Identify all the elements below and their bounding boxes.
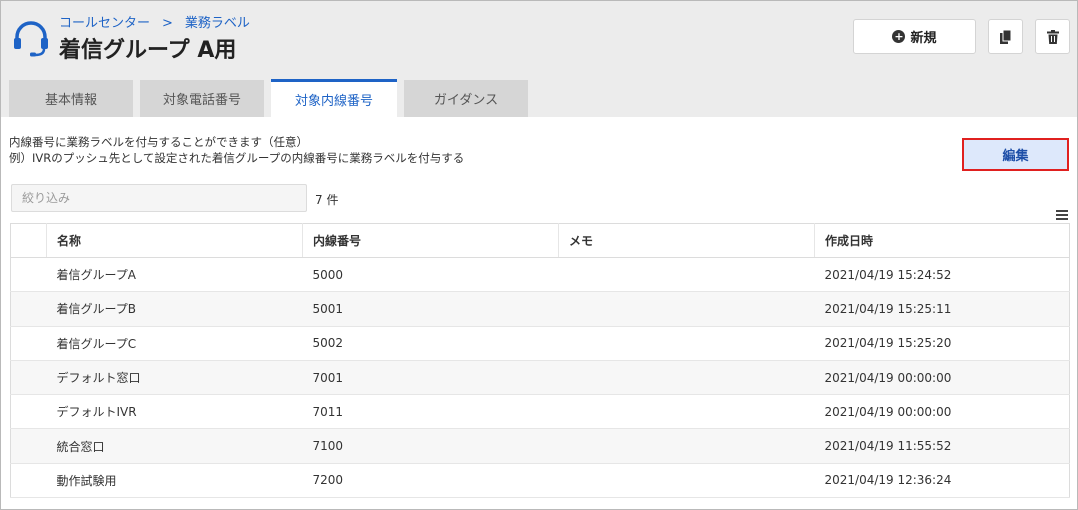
app-frame: コールセンター > 業務ラベル 着信グループ A用 + 新規 基本情報 対象電話番号 [0, 0, 1078, 510]
cell-extension: 5002 [302, 326, 559, 361]
row-spacer [10, 360, 47, 396]
cell-created: 2021/04/19 15:25:11 [814, 291, 1070, 327]
table-header-spacer [10, 223, 47, 258]
row-spacer [10, 326, 47, 361]
description: 内線番号に業務ラベルを付与することができます（任意） 例）IVRのプッシュ先とし… [9, 134, 464, 166]
cell-name: デフォルト窓口 [46, 360, 303, 396]
column-header-created[interactable]: 作成日時 [814, 223, 1070, 258]
description-line-1: 内線番号に業務ラベルを付与することができます（任意） [9, 135, 308, 149]
copy-button[interactable] [988, 19, 1023, 54]
cell-created: 2021/04/19 00:00:00 [814, 360, 1070, 396]
filter-input[interactable] [11, 184, 307, 212]
cell-created: 2021/04/19 15:24:52 [814, 257, 1070, 293]
result-count: 7 件 [315, 193, 339, 207]
cell-extension: 7001 [302, 360, 559, 396]
table-row[interactable]: デフォルト窓口 7001 2021/04/19 00:00:00 [10, 360, 1070, 396]
cell-name: 着信グループB [46, 291, 303, 327]
cell-extension: 7200 [302, 463, 559, 499]
table-row[interactable]: 着信グループA 5000 2021/04/19 15:24:52 [10, 257, 1070, 293]
page-title: 着信グループ A用 [59, 38, 237, 63]
headset-icon [14, 21, 48, 57]
cell-created: 2021/04/19 11:55:52 [814, 428, 1070, 464]
cell-memo [558, 291, 815, 327]
new-button-label: 新規 [910, 31, 937, 46]
cell-name: 着信グループC [46, 326, 303, 361]
cell-created: 2021/04/19 00:00:00 [814, 394, 1070, 430]
row-spacer [10, 428, 47, 464]
row-spacer [10, 257, 47, 293]
page-header: コールセンター > 業務ラベル 着信グループ A用 + 新規 [1, 1, 1077, 79]
breadcrumb-link-labels[interactable]: 業務ラベル [185, 16, 250, 31]
row-spacer [10, 463, 47, 499]
edit-button[interactable]: 編集 [962, 138, 1069, 171]
description-line-2: 例）IVRのプッシュ先として設定された着信グループの内線番号に業務ラベルを付与す… [9, 151, 465, 165]
menu-icon[interactable] [1055, 209, 1069, 221]
cell-created: 2021/04/19 12:36:24 [814, 463, 1070, 499]
column-header-extension[interactable]: 内線番号 [302, 223, 559, 258]
tab-content: 内線番号に業務ラベルを付与することができます（任意） 例）IVRのプッシュ先とし… [1, 117, 1077, 509]
new-button[interactable]: + 新規 [853, 19, 976, 54]
breadcrumb: コールセンター > 業務ラベル [59, 12, 250, 31]
delete-button[interactable] [1035, 19, 1070, 54]
cell-name: 動作試験用 [46, 463, 303, 499]
table-header-row: 名称 内線番号 メモ 作成日時 [10, 223, 1070, 258]
table-row[interactable]: 動作試験用 7200 2021/04/19 12:36:24 [10, 463, 1070, 499]
row-spacer [10, 394, 47, 430]
copy-icon [999, 29, 1011, 44]
table-row[interactable]: デフォルトIVR 7011 2021/04/19 00:00:00 [10, 394, 1070, 430]
cell-extension: 5000 [302, 257, 559, 293]
tab-target-extensions[interactable]: 対象内線番号 [271, 79, 397, 117]
cell-name: 統合窓口 [46, 428, 303, 464]
breadcrumb-link-callcenter[interactable]: コールセンター [59, 16, 150, 31]
cell-extension: 7100 [302, 428, 559, 464]
column-header-memo[interactable]: メモ [558, 223, 815, 258]
breadcrumb-separator: > [162, 16, 173, 31]
table-row[interactable]: 着信グループC 5002 2021/04/19 15:25:20 [10, 326, 1070, 361]
cell-memo [558, 428, 815, 464]
cell-memo [558, 257, 815, 293]
tab-target-phone-numbers[interactable]: 対象電話番号 [140, 80, 264, 117]
cell-memo [558, 463, 815, 499]
cell-name: デフォルトIVR [46, 394, 303, 430]
cell-memo [558, 394, 815, 430]
cell-name: 着信グループA [46, 257, 303, 293]
tab-basic-info[interactable]: 基本情報 [9, 80, 133, 117]
table-row[interactable]: 着信グループB 5001 2021/04/19 15:25:11 [10, 291, 1070, 327]
table-row[interactable]: 統合窓口 7100 2021/04/19 11:55:52 [10, 428, 1070, 464]
plus-circle-icon: + [892, 30, 906, 43]
trash-icon [1046, 29, 1059, 44]
extensions-table: 名称 内線番号 メモ 作成日時 着信グループA 5000 2021/04/19 … [10, 223, 1070, 499]
column-header-name[interactable]: 名称 [46, 223, 303, 258]
cell-memo [558, 326, 815, 361]
cell-memo [558, 360, 815, 396]
row-spacer [10, 291, 47, 327]
cell-created: 2021/04/19 15:25:20 [814, 326, 1070, 361]
tab-guidance[interactable]: ガイダンス [404, 80, 528, 117]
cell-extension: 7011 [302, 394, 559, 430]
cell-extension: 5001 [302, 291, 559, 327]
